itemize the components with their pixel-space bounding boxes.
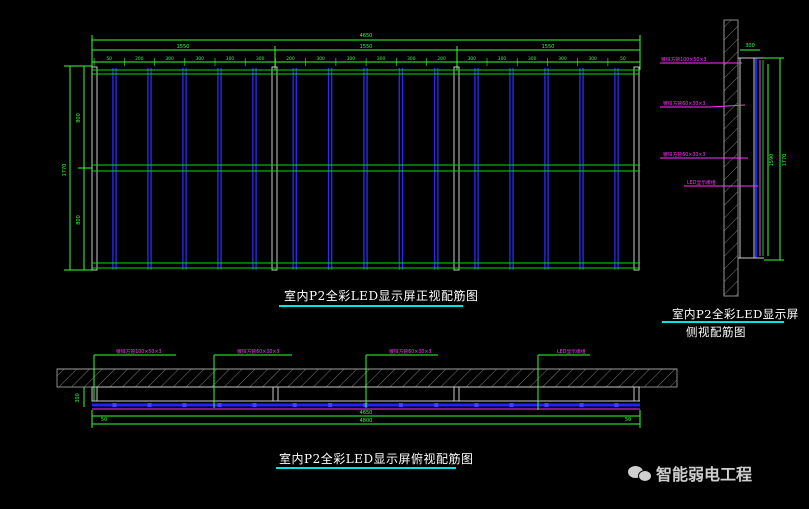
sub-spacing-label: 300 — [588, 56, 597, 62]
sub-spacing-label: 300 — [468, 56, 477, 62]
watermark-text: 智能弱电工程 — [656, 465, 753, 484]
front-overall-width-label: 4650 — [360, 33, 373, 39]
front-section-width-1: 1550 — [177, 44, 190, 50]
sub-spacing-label: 300 — [377, 56, 386, 62]
bar-section-mark — [252, 403, 257, 407]
side-title-underline — [662, 321, 784, 323]
side-height-inner-label: 1590 — [769, 154, 775, 167]
bar-section-mark — [614, 403, 619, 407]
front-height-dimension — [64, 65, 92, 271]
side-view: 300 1590 1770 镀锌方管100×50×3 镀锌方管60×30×3 镀… — [660, 19, 788, 297]
front-sub-spacing-labels: 50 200 300 300 300 300 200 300 300 300 300 200 300 30… — [93, 56, 626, 66]
side-annotation-4: LED显示模组 — [687, 179, 716, 186]
front-height-total-label: 1770 — [62, 164, 68, 177]
top-view-title: 室内P2全彩LED显示屏俯视配筋图 — [279, 452, 474, 466]
front-title-underline — [279, 305, 463, 307]
top-view-depth: 300 — [75, 393, 81, 403]
bar-section-mark — [509, 403, 514, 407]
side-height-total-label: 1770 — [782, 154, 788, 167]
sub-spacing-label: 200 — [286, 56, 295, 62]
front-height-upper-label: 800 — [76, 113, 82, 123]
top-title-underline — [276, 467, 456, 469]
sub-spacing-label: 50 — [620, 56, 626, 62]
top-annotation-2: 镀锌方管60×30×3 — [237, 348, 280, 355]
side-annotation-3: 镀锌方管60×30×3 — [663, 151, 706, 158]
sub-spacing-label: 300 — [165, 56, 174, 62]
bar-section-mark — [112, 403, 117, 407]
wechat-icon — [628, 464, 652, 482]
front-section-width-2: 1550 — [360, 44, 373, 50]
bar-section-mark — [147, 403, 152, 407]
side-top-dim-label: 300 — [745, 43, 755, 49]
side-leaders — [660, 62, 758, 187]
sub-spacing-label: 300 — [316, 56, 325, 62]
side-annotation-1: 镀锌方管100×50×3 — [661, 56, 707, 63]
top-view-end-left: 50 — [101, 417, 107, 423]
sub-spacing-label: 300 — [528, 56, 537, 62]
top-view: 4650 4800 50 50 300 镀锌方管100×50×3 镀锌方管60×… — [56, 348, 678, 428]
front-frame-posts — [91, 66, 640, 271]
front-section-width-3: 1550 — [542, 44, 555, 50]
side-annotation-2: 镀锌方管60×30×3 — [663, 100, 706, 107]
sub-spacing-label: 200 — [437, 56, 446, 62]
side-view-title-line2: 侧视配筋图 — [686, 325, 746, 339]
top-view-end-right: 50 — [625, 417, 631, 423]
bar-section-mark — [434, 403, 439, 407]
bar-section-mark — [398, 403, 403, 407]
front-view: 4650 1550 1550 1550 50 200 300 300 300 300 200… — [62, 33, 641, 271]
top-wall — [56, 368, 678, 388]
sub-spacing-label: 300 — [347, 56, 356, 62]
front-view-title: 室内P2全彩LED显示屏正视配筋图 — [284, 289, 479, 303]
bar-section-mark — [579, 403, 584, 407]
sub-spacing-label: 300 — [256, 56, 265, 62]
sub-spacing-label: 300 — [196, 56, 205, 62]
top-annotation-3: 镀锌方管60×30×3 — [389, 348, 432, 355]
cad-drawing: 4650 1550 1550 1550 50 200 300 300 300 300 200… — [56, 19, 788, 428]
bar-section-mark — [328, 403, 333, 407]
top-view-total-width: 4800 — [360, 418, 373, 424]
bar-section-mark — [544, 403, 549, 407]
front-horizontal-bars — [92, 69, 640, 269]
sub-spacing-label: 300 — [498, 56, 507, 62]
sub-spacing-label: 300 — [407, 56, 416, 62]
front-vertical-bars — [112, 68, 619, 270]
side-view-title-line1: 室内P2全彩LED显示屏 — [672, 307, 799, 321]
side-dimensions — [740, 49, 784, 261]
bar-section-mark — [217, 403, 222, 407]
sub-spacing-label: 200 — [135, 56, 144, 62]
top-view-inner-width: 4650 — [360, 410, 373, 416]
bar-section-mark — [474, 403, 479, 407]
top-annotation-4: LED显示模组 — [557, 348, 586, 355]
top-annotation-1: 镀锌方管100×50×3 — [116, 348, 162, 355]
watermark: 智能弱电工程 — [628, 461, 752, 485]
sub-spacing-label: 300 — [558, 56, 567, 62]
front-height-lower-label: 800 — [76, 215, 82, 225]
bar-section-mark — [182, 403, 187, 407]
sub-spacing-label: 300 — [226, 56, 235, 62]
bar-section-mark — [292, 403, 297, 407]
sub-spacing-label: 50 — [106, 56, 112, 62]
